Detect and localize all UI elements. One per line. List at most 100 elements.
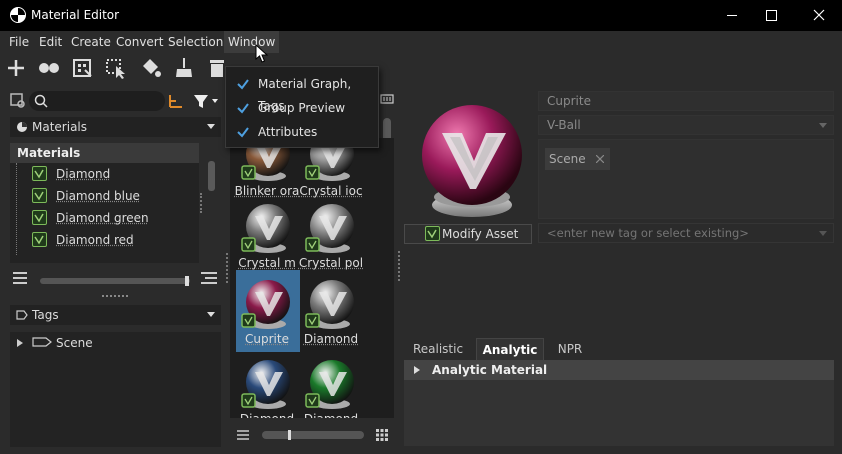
material-thumbnail-label: Crystal pol — [298, 256, 364, 270]
tree-item-label: Diamond green — [56, 211, 149, 225]
expand-arrow-icon — [414, 366, 420, 374]
tree-item-diamond[interactable]: Diamond — [10, 163, 194, 185]
tag-chip-label: Scene — [549, 152, 586, 166]
tab-analytic[interactable]: Analytic — [476, 338, 544, 360]
material-grid: Blinker ora Crystal ioc Crystal m Crystal p… — [230, 138, 394, 418]
right-panel: Modify Asset Cuprite V-Ball Scene Realis… — [398, 83, 842, 454]
minimize-button[interactable] — [710, 0, 754, 31]
broom-icon[interactable] — [172, 56, 196, 80]
preview-type-dropdown[interactable]: V-Ball — [538, 115, 834, 135]
checkmark-icon — [425, 226, 440, 241]
tag-filter-icon[interactable] — [380, 93, 394, 105]
list-view-icon[interactable] — [12, 271, 28, 285]
material-thumbnail[interactable]: Cuprite — [236, 270, 300, 352]
splitter-handle[interactable] — [102, 295, 128, 298]
window-menu-item-attributes[interactable]: Attributes — [226, 121, 378, 143]
left-panel: Materials Materials Diamond Diamond blue… — [0, 83, 226, 454]
material-name-field[interactable]: Cuprite — [538, 91, 834, 111]
align-icon[interactable] — [200, 271, 218, 285]
material-thumbnail[interactable]: Crystal m — [238, 196, 298, 274]
tag-item-label: Scene — [56, 336, 93, 350]
list-view-icon[interactable] — [236, 429, 250, 441]
window-title: Material Editor — [31, 8, 120, 22]
maximize-button[interactable] — [750, 0, 794, 31]
tab-realistic[interactable]: Realistic — [408, 338, 468, 360]
menu-item-label: Group Preview — [258, 101, 346, 115]
menu-item-label: Attributes — [258, 125, 318, 139]
close-button[interactable] — [796, 0, 842, 31]
menu-file[interactable]: File — [5, 31, 33, 53]
filter-dropdown-icon[interactable] — [192, 92, 220, 110]
attributes-panel: Analytic Material — [404, 360, 834, 446]
material-sphere-icon — [17, 122, 27, 132]
add-icon[interactable] — [4, 56, 28, 80]
link-icon[interactable] — [37, 56, 61, 80]
material-thumbnail-label: Crystal m — [238, 256, 296, 270]
grid-view-icon[interactable] — [376, 429, 388, 441]
paint-bucket-icon[interactable] — [138, 56, 162, 80]
checkmark-icon — [32, 166, 47, 181]
tree-item-diamond-green[interactable]: Diamond green — [10, 207, 194, 229]
material-thumbnail[interactable]: Diamond — [302, 352, 362, 418]
checkmark-icon — [237, 127, 249, 138]
splitter-handle[interactable] — [226, 253, 229, 283]
menu-create[interactable]: Create — [67, 31, 115, 53]
menu-window[interactable]: Window — [224, 31, 280, 53]
materials-tree: Materials Diamond Diamond blue Diamond g… — [10, 143, 199, 316]
tree-item-diamond-red[interactable]: Diamond red — [10, 229, 194, 251]
sort-icon[interactable] — [168, 93, 184, 109]
material-thumbnail[interactable]: Diamond — [302, 272, 362, 350]
mouse-cursor-icon — [255, 44, 269, 64]
tag-chip-scene[interactable]: Scene — [545, 148, 610, 170]
splitter-handle[interactable] — [398, 251, 401, 281]
menu-convert[interactable]: Convert — [112, 31, 167, 53]
tags-dropdown[interactable]: Tags — [10, 305, 221, 325]
modify-asset-button[interactable]: Modify Asset — [404, 224, 532, 244]
materials-dropdown[interactable]: Materials — [10, 117, 221, 137]
material-ball-icon — [305, 360, 354, 409]
modify-asset-label: Modify Asset — [442, 227, 519, 241]
window-menu-item-graph[interactable]: Material Graph, Tags — [226, 73, 378, 113]
material-ball-icon — [305, 204, 354, 253]
section-title: Analytic Material — [432, 363, 548, 377]
window-menu-item-group-preview[interactable]: Group Preview — [226, 97, 378, 119]
tab-npr[interactable]: NPR — [548, 338, 592, 360]
filter-view-icon[interactable] — [10, 93, 26, 109]
tree-item-label: Diamond red — [56, 233, 134, 247]
material-thumbnail[interactable]: Diamond — [238, 352, 298, 418]
material-thumbnail-label: Diamond — [234, 412, 300, 418]
tags-tree: Scene — [10, 332, 221, 447]
splitter-handle[interactable] — [200, 193, 203, 213]
material-ball-icon — [241, 280, 290, 329]
section-header[interactable]: Analytic Material — [404, 360, 834, 380]
tags-dropdown-label: Tags — [32, 308, 59, 322]
checkmark-icon — [32, 232, 47, 247]
tag-input-field[interactable] — [539, 224, 809, 242]
material-thumbnail-label: Cuprite — [245, 332, 289, 346]
select-cursor-icon[interactable] — [104, 56, 128, 80]
tree-header: Materials — [10, 143, 199, 163]
checkmark-icon — [237, 103, 249, 114]
grid-select-icon[interactable] — [70, 56, 94, 80]
expand-arrow-icon[interactable] — [17, 339, 23, 347]
material-thumbnail[interactable]: Crystal pol — [299, 196, 363, 274]
search-input[interactable] — [29, 91, 165, 111]
remove-tag-icon[interactable] — [595, 155, 604, 163]
checkmark-icon — [237, 79, 249, 90]
menu-bar: File Edit Create Convert Selection Windo… — [0, 31, 842, 53]
thumb-size-slider[interactable] — [262, 430, 364, 440]
material-preview[interactable] — [412, 93, 532, 223]
material-thumbnail-label: Diamond — [298, 412, 364, 418]
tree-item-label: Diamond — [56, 167, 111, 181]
tree-item-diamond-blue[interactable]: Diamond blue — [10, 185, 194, 207]
material-ball-icon — [305, 280, 354, 329]
tag-input[interactable] — [538, 223, 834, 243]
material-ball-icon — [241, 360, 290, 409]
tag-item-scene[interactable]: Scene — [10, 332, 210, 354]
title-bar: Material Editor — [0, 0, 842, 31]
zoom-slider[interactable] — [40, 276, 190, 286]
menu-selection[interactable]: Selection — [164, 31, 227, 53]
tree-v-scrollbar[interactable] — [208, 161, 215, 191]
material-thumbnail-label: Diamond — [303, 332, 359, 346]
menu-edit[interactable]: Edit — [35, 31, 66, 53]
